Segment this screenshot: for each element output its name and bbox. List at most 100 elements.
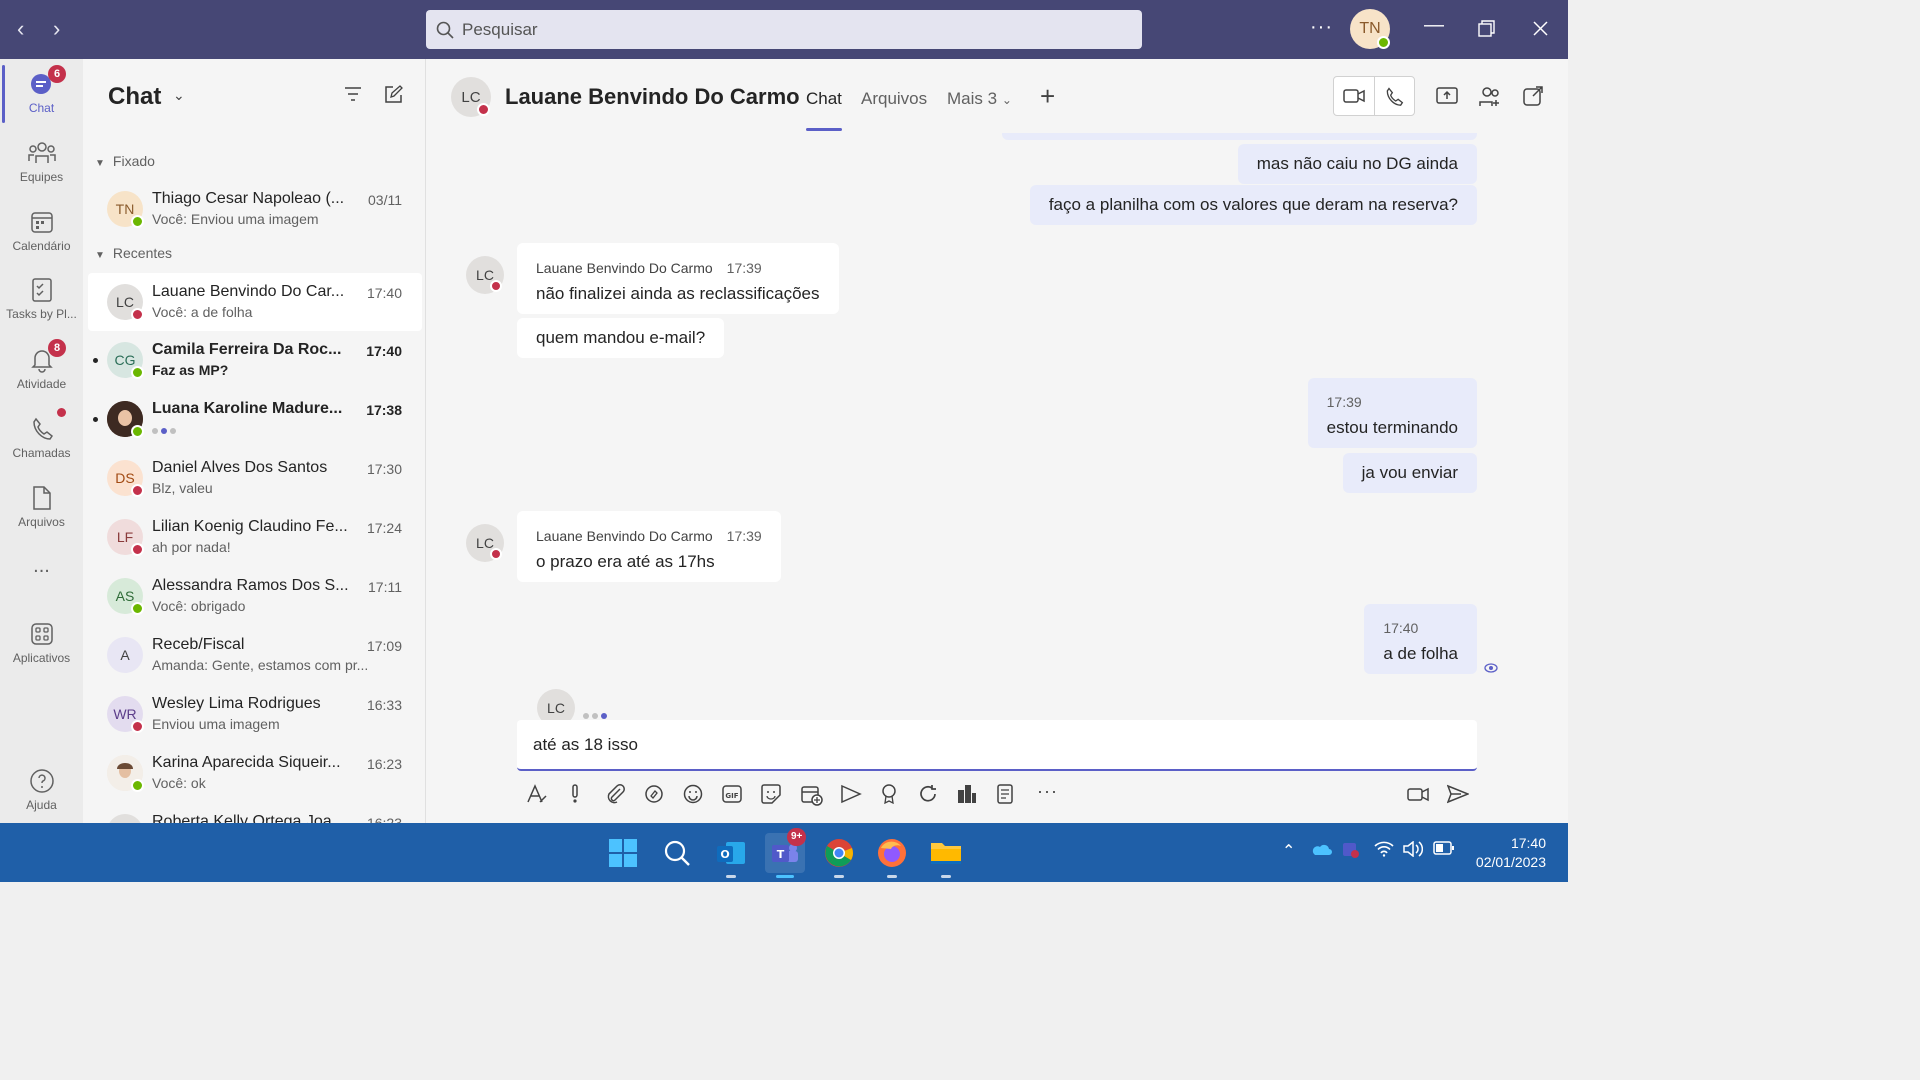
audio-call-button[interactable] bbox=[1375, 77, 1415, 115]
notes-icon[interactable] bbox=[997, 784, 1015, 804]
message-bubble-other[interactable]: Lauane Benvindo Do Carmo 17:39 o prazo er… bbox=[517, 511, 781, 582]
loop-icon[interactable] bbox=[918, 784, 938, 804]
chrome-icon bbox=[825, 839, 853, 867]
message-bubble-mine[interactable]: 17:39 estou terminando bbox=[1307, 378, 1477, 448]
windows-logo-icon bbox=[609, 839, 637, 867]
restore-icon[interactable] bbox=[1478, 20, 1495, 37]
chat-name: Daniel Alves Dos Santos bbox=[152, 459, 328, 476]
message-bubble-other[interactable]: Lauane Benvindo Do Carmo 17:39 não finali… bbox=[517, 243, 839, 314]
more-actions-icon[interactable]: ··· bbox=[1037, 781, 1058, 802]
chat-item[interactable]: AS Alessandra Ramos Dos S... Você: obrig… bbox=[88, 567, 422, 625]
new-chat-icon[interactable] bbox=[383, 85, 403, 105]
show-hidden-icons-chevron-icon[interactable]: ⌃ bbox=[1282, 841, 1295, 861]
forward-icon[interactable]: › bbox=[53, 18, 60, 40]
system-clock[interactable]: 17:40 02/01/2023 bbox=[1476, 834, 1546, 872]
battery-icon[interactable] bbox=[1433, 841, 1455, 855]
message-bubble-mine[interactable]: ja vou enviar bbox=[1342, 453, 1477, 493]
video-clip-icon[interactable] bbox=[1407, 784, 1429, 804]
avatar-initials: DS bbox=[115, 470, 135, 486]
sender-avatar[interactable]: LC bbox=[466, 524, 504, 562]
sticker-icon[interactable] bbox=[761, 784, 781, 804]
chat-item[interactable]: Karina Aparecida Siqueir... Você: ok 16:… bbox=[88, 744, 422, 802]
rail-label-chat: Chat bbox=[28, 101, 55, 115]
back-icon[interactable]: ‹ bbox=[17, 18, 24, 40]
message-bubble-mine[interactable]: faço a planilha com os valores que deram… bbox=[1029, 185, 1477, 225]
teams-tray-icon[interactable] bbox=[1342, 841, 1360, 859]
chat-preview: Amanda: Gente, estamos com pr... bbox=[152, 657, 369, 673]
chat-item[interactable]: WR Wesley Lima Rodrigues Enviou uma imag… bbox=[88, 685, 422, 743]
schedule-meeting-icon[interactable] bbox=[801, 784, 823, 806]
rail-item-atividade[interactable]: Atividade 8 bbox=[0, 339, 83, 391]
tab-arquivos[interactable]: Arquivos bbox=[861, 89, 927, 109]
user-initials: TN bbox=[1359, 20, 1381, 37]
chat-item[interactable]: DS Daniel Alves Dos Santos Blz, valeu 17… bbox=[88, 449, 422, 507]
chevron-down-icon: ⌄ bbox=[1001, 93, 1012, 107]
chat-item[interactable]: Luana Karoline Madure... 17:38 bbox=[88, 390, 422, 448]
section-pinned[interactable]: ▼ Fixado bbox=[95, 153, 155, 169]
rail-item-calendario[interactable]: Calendário bbox=[0, 205, 83, 253]
loop-component-icon[interactable] bbox=[644, 784, 664, 804]
send-icon[interactable] bbox=[1447, 784, 1469, 804]
rail-more-button[interactable]: ... bbox=[0, 555, 83, 578]
taskbar-file-explorer[interactable] bbox=[926, 833, 966, 878]
add-tab-icon[interactable]: + bbox=[1040, 81, 1055, 112]
user-avatar[interactable]: TN bbox=[1350, 9, 1390, 49]
rail-item-chamadas[interactable]: Chamadas bbox=[0, 408, 83, 460]
taskbar-outlook[interactable]: O bbox=[711, 833, 751, 878]
message-bubble-mine[interactable]: 17:40 a de folha bbox=[1364, 604, 1477, 674]
rail-item-aplicativos[interactable]: Aplicativos bbox=[0, 617, 83, 665]
calls-notification-dot bbox=[57, 408, 66, 417]
chat-preview: Enviou uma imagem bbox=[152, 716, 280, 732]
call-buttons bbox=[1333, 76, 1415, 116]
rail-item-ajuda[interactable]: Ajuda bbox=[0, 764, 83, 812]
message-bubble-other[interactable]: quem mandou e-mail? bbox=[517, 318, 725, 358]
chat-item[interactable]: LF Lilian Koenig Claudino Fe... ah por n… bbox=[88, 508, 422, 566]
filter-icon[interactable] bbox=[343, 85, 363, 103]
pop-out-icon[interactable] bbox=[1523, 86, 1543, 106]
gif-icon[interactable]: GIF bbox=[722, 784, 742, 804]
compose-input[interactable]: até as 18 isso bbox=[517, 720, 1477, 771]
video-call-button[interactable] bbox=[1334, 77, 1375, 115]
volume-icon[interactable] bbox=[1403, 841, 1423, 857]
taskbar-search[interactable] bbox=[657, 833, 697, 873]
section-recent[interactable]: ▼ Recentes bbox=[95, 245, 172, 261]
rail-item-equipes[interactable]: Equipes bbox=[0, 136, 83, 184]
close-icon[interactable] bbox=[1533, 21, 1548, 36]
search-input[interactable]: Pesquisar bbox=[426, 10, 1142, 49]
rail-item-chat[interactable]: Chat 6 bbox=[0, 65, 83, 115]
approvals-icon[interactable] bbox=[957, 784, 977, 804]
compose-text: até as 18 isso bbox=[533, 735, 638, 754]
format-icon[interactable] bbox=[526, 784, 548, 804]
chat-preview: Você: obrigado bbox=[152, 598, 246, 614]
stream-icon[interactable] bbox=[840, 784, 862, 804]
wifi-icon[interactable] bbox=[1374, 841, 1394, 857]
important-icon[interactable] bbox=[569, 784, 581, 804]
add-people-icon[interactable] bbox=[1478, 86, 1502, 108]
chat-item-pinned[interactable]: TN Thiago Cesar Napoleao (... Você: Envi… bbox=[88, 180, 422, 238]
minimize-icon[interactable]: — bbox=[1424, 14, 1444, 37]
tab-chat[interactable]: Chat bbox=[806, 89, 842, 109]
chat-item[interactable]: Roberta Kelly Ortega Joa... 16:23 bbox=[88, 803, 422, 823]
chat-name: Thiago Cesar Napoleao (... bbox=[152, 190, 345, 207]
more-options-icon[interactable]: ··· bbox=[1310, 16, 1333, 39]
rail-item-tasks[interactable]: Tasks by Pl... bbox=[0, 273, 83, 321]
taskbar-teams[interactable]: T 9+ bbox=[765, 828, 807, 878]
praise-icon[interactable] bbox=[881, 784, 897, 804]
emoji-icon[interactable] bbox=[683, 784, 703, 804]
contact-avatar[interactable]: LC bbox=[451, 77, 491, 117]
chat-item[interactable]: LC Lauane Benvindo Do Car... Você: a de … bbox=[88, 273, 422, 331]
sender-avatar[interactable]: LC bbox=[466, 256, 504, 294]
svg-text:T: T bbox=[777, 848, 785, 861]
tab-more[interactable]: Mais 3 ⌄ bbox=[947, 89, 1012, 109]
taskbar-firefox[interactable] bbox=[872, 833, 912, 878]
chevron-down-icon[interactable]: ⌄ bbox=[173, 87, 185, 104]
taskbar-chrome[interactable] bbox=[819, 833, 859, 878]
onedrive-icon[interactable] bbox=[1310, 841, 1332, 857]
start-button[interactable] bbox=[603, 833, 643, 873]
attach-icon[interactable] bbox=[606, 784, 626, 804]
message-bubble-mine[interactable]: mas não caiu no DG ainda bbox=[1237, 144, 1477, 184]
rail-item-arquivos[interactable]: Arquivos bbox=[0, 481, 83, 529]
chat-item[interactable]: A Receb/Fiscal Amanda: Gente, estamos co… bbox=[88, 626, 422, 684]
chat-item[interactable]: CG Camila Ferreira Da Roc... Faz as MP? … bbox=[88, 331, 422, 389]
share-screen-icon[interactable] bbox=[1436, 86, 1458, 106]
